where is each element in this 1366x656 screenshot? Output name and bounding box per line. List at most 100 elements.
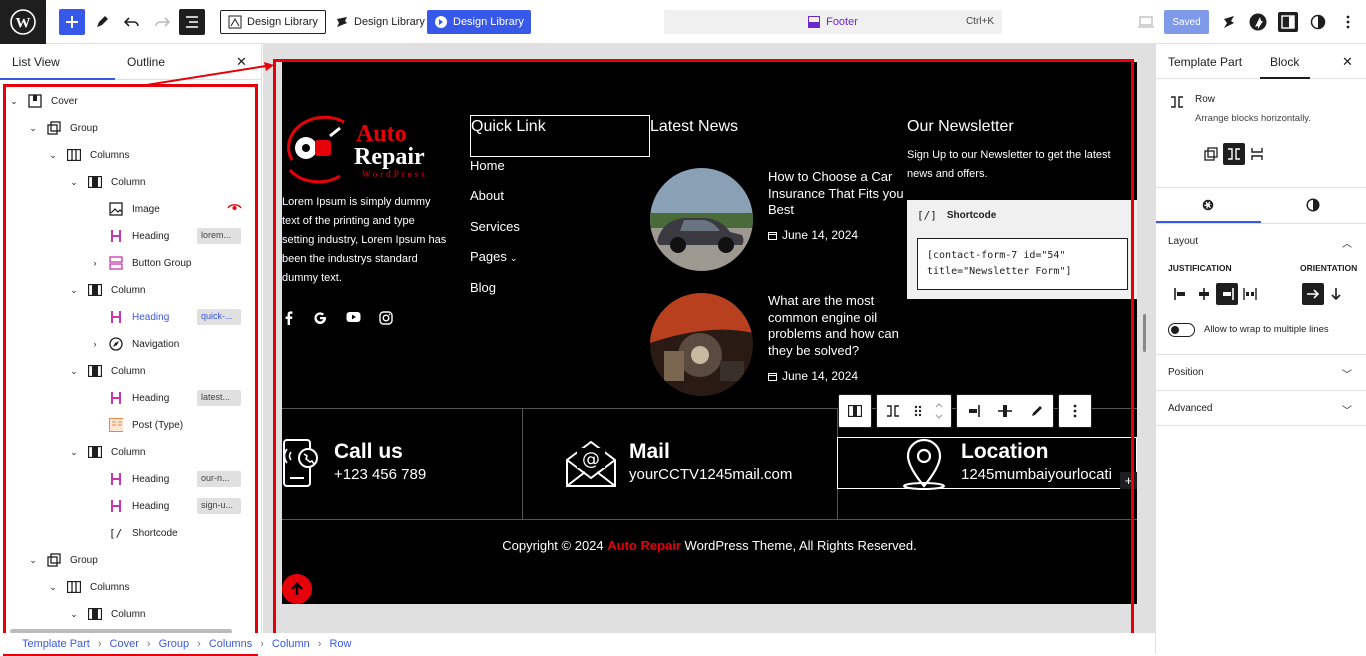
shortcode-block[interactable]: [/] Shortcode [contact-form-7 id="54" ti… [907, 200, 1137, 299]
chevron-right-icon[interactable]: › [89, 338, 101, 350]
breadcrumb-group[interactable]: Group [159, 638, 190, 650]
canvas-scrollbar[interactable] [1143, 314, 1146, 352]
orientation-vertical-icon[interactable] [1325, 283, 1347, 305]
footer-template-part[interactable]: Auto Repair WordPress Lorem Ipsum is sim… [282, 62, 1137, 604]
highlight-icon[interactable] [1021, 395, 1053, 427]
chevron-down-icon[interactable]: ⌄ [68, 446, 80, 458]
facebook-icon[interactable] [284, 311, 298, 325]
news-thumbnail-engine[interactable] [650, 293, 753, 396]
tree-item-cover[interactable]: ⌄ Cover [8, 88, 78, 114]
add-block-button[interactable] [59, 9, 85, 35]
vertical-align-icon[interactable] [989, 395, 1021, 427]
close-icon[interactable]: ✕ [1342, 54, 1353, 70]
tree-item-columns[interactable]: ⌄ Columns [47, 574, 129, 600]
group-variation-icon[interactable] [1200, 143, 1222, 165]
tree-item-shortcode[interactable]: [/] Shortcode [89, 520, 178, 546]
drag-handle-icon[interactable] [909, 395, 927, 427]
device-preview-icon[interactable] [1136, 12, 1156, 32]
tree-item-heading-selected[interactable]: Heading [89, 304, 169, 330]
wrap-toggle[interactable] [1168, 323, 1195, 337]
orientation-horizontal-icon[interactable] [1302, 283, 1324, 305]
tree-item-heading[interactable]: Heading [89, 466, 169, 492]
news-title-1[interactable]: How to Choose a Car Insurance That Fits … [768, 169, 908, 219]
chevron-down-icon[interactable]: ⌄ [68, 608, 80, 620]
news-thumbnail-car[interactable] [650, 168, 753, 271]
justify-left-icon[interactable] [1170, 283, 1192, 305]
chevron-down-icon[interactable]: ⌄ [8, 95, 20, 107]
wordpress-logo-icon[interactable]: W [0, 0, 46, 44]
youtube-icon[interactable] [346, 311, 361, 325]
justify-space-between-icon[interactable] [1239, 283, 1261, 305]
tree-item-columns[interactable]: ⌄ Columns [47, 142, 129, 168]
kadence-settings-icon[interactable] [1248, 12, 1268, 32]
chevron-down-icon[interactable]: ⌄ [68, 365, 80, 377]
tree-item-button-group[interactable]: › Button Group [89, 250, 191, 276]
position-panel[interactable]: Position ﹀ [1156, 354, 1366, 390]
breadcrumb-template-part[interactable]: Template Part [22, 638, 90, 650]
shortcode-input[interactable]: [contact-form-7 id="54" title="Newslette… [917, 238, 1128, 290]
tree-item-navigation[interactable]: › Navigation [89, 331, 179, 357]
settings-gear-icon[interactable] [1201, 198, 1215, 212]
move-up-down-icon[interactable] [927, 395, 951, 427]
tree-item-column[interactable]: ⌄ Column [68, 439, 145, 465]
layout-title[interactable]: Layout [1168, 236, 1198, 247]
design-library-button-2[interactable]: Design Library [328, 10, 432, 34]
saved-button[interactable]: Saved [1164, 10, 1209, 34]
tree-item-group[interactable]: ⌄ Group [27, 115, 98, 141]
tree-item-heading[interactable]: Heading [89, 493, 169, 519]
more-options-icon[interactable] [1059, 395, 1091, 427]
scroll-to-top-button[interactable] [282, 574, 312, 604]
nav-link-home[interactable]: Home [470, 158, 505, 173]
tab-outline[interactable]: Outline [127, 55, 165, 69]
nav-link-pages[interactable]: Pages ⌄ [470, 249, 517, 264]
advanced-panel[interactable]: Advanced ﹀ [1156, 390, 1366, 426]
redo-icon[interactable] [149, 9, 175, 35]
close-icon[interactable]: ✕ [236, 54, 247, 70]
design-library-button-1[interactable]: Design Library [220, 10, 326, 34]
options-menu-icon[interactable] [1338, 12, 1358, 32]
tree-item-heading[interactable]: Heading [89, 223, 169, 249]
breadcrumb-columns[interactable]: Columns [209, 638, 252, 650]
tree-item-post-type[interactable]: Post (Type) [89, 412, 183, 438]
justify-right-icon[interactable] [957, 395, 989, 427]
chevron-up-icon[interactable]: ︿ [1342, 235, 1352, 250]
chevron-down-icon[interactable]: ⌄ [68, 284, 80, 296]
chevron-down-icon[interactable]: ⌄ [68, 176, 80, 188]
tree-item-column[interactable]: ⌄ Column [68, 277, 145, 303]
pen-tool-icon[interactable] [89, 9, 115, 35]
justify-right-icon[interactable] [1216, 283, 1238, 305]
tree-item-group[interactable]: ⌄ Group [27, 547, 98, 573]
tab-template-part[interactable]: Template Part [1168, 55, 1242, 69]
quick-link-heading[interactable]: Quick Link [470, 115, 650, 157]
row-variation-icon[interactable] [1223, 143, 1245, 165]
tab-block[interactable]: Block [1270, 55, 1299, 69]
chevron-down-icon[interactable]: ⌄ [27, 554, 39, 566]
tree-item-column[interactable]: ⌄ Column [68, 601, 145, 627]
styles-half-circle-icon[interactable] [1306, 198, 1320, 212]
design-library-button-3[interactable]: Design Library [427, 10, 531, 34]
chevron-down-icon[interactable]: ⌄ [47, 149, 59, 161]
hidden-eye-icon[interactable] [227, 201, 242, 213]
chevron-down-icon[interactable]: ⌄ [27, 122, 39, 134]
nav-link-blog[interactable]: Blog [470, 280, 496, 295]
tree-item-heading[interactable]: Heading [89, 385, 169, 411]
tree-item-column[interactable]: ⌄ Column [68, 358, 145, 384]
parent-block-button[interactable] [838, 394, 872, 428]
row-icon[interactable] [877, 395, 909, 427]
tree-item-image[interactable]: Image [89, 196, 160, 222]
stack-variation-icon[interactable] [1246, 143, 1268, 165]
document-overview-icon[interactable] [179, 9, 205, 35]
nav-link-about[interactable]: About [470, 188, 504, 203]
chevron-down-icon[interactable]: ⌄ [47, 581, 59, 593]
stackable-settings-icon[interactable] [1219, 12, 1239, 32]
instagram-icon[interactable] [379, 311, 393, 325]
justify-center-icon[interactable] [1193, 283, 1215, 305]
news-title-2[interactable]: What are the most common engine oil prob… [768, 293, 908, 359]
breadcrumb-column[interactable]: Column [272, 638, 310, 650]
add-block-inline-button[interactable]: + [1120, 472, 1137, 489]
columns-icon[interactable] [839, 395, 871, 427]
copyright-brand[interactable]: Auto Repair [607, 538, 681, 553]
tab-list-view[interactable]: List View [12, 55, 60, 69]
tree-item-column[interactable]: ⌄ Column [68, 169, 145, 195]
settings-sidebar-icon[interactable] [1278, 12, 1298, 32]
